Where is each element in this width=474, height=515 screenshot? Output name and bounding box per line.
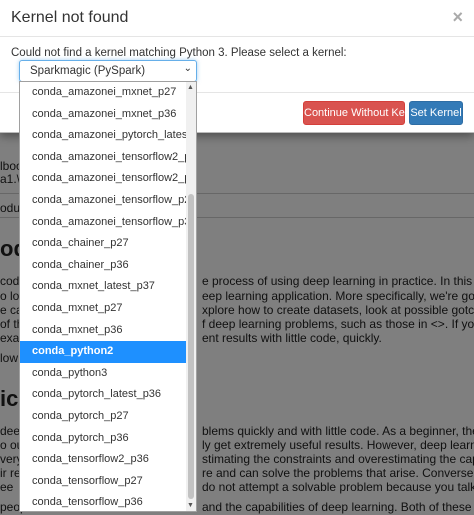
dropdown-option[interactable]: conda_python3: [20, 363, 186, 385]
dropdown-option[interactable]: conda_tensorflow2_p36: [20, 449, 186, 471]
scroll-up-icon[interactable]: ▲: [187, 84, 194, 91]
close-icon[interactable]: ×: [452, 7, 463, 28]
dropdown-option[interactable]: conda_amazonei_tensorflow2_p36: [20, 168, 196, 190]
dialog-title: Kernel not found: [11, 9, 129, 26]
scrollbar-thumb[interactable]: [188, 194, 194, 499]
dropdown-option[interactable]: conda_amazonei_tensorflow_p36: [20, 212, 196, 234]
dropdown-option[interactable]: conda_tensorflow_p36: [20, 492, 186, 511]
kernel-dropdown-list[interactable]: conda_amazonei_mxnet_p27 conda_amazonei_m…: [19, 81, 197, 512]
chevron-down-icon: ⌄: [183, 63, 192, 74]
dropdown-option-selected[interactable]: conda_python2: [20, 341, 186, 363]
dropdown-option[interactable]: conda_pytorch_p27: [20, 406, 186, 428]
kernel-select-value: Sparkmagic (PySpark): [30, 65, 146, 77]
dropdown-option[interactable]: conda_chainer_p36: [20, 255, 186, 277]
continue-without-kernel-button[interactable]: Continue Without Kernel: [303, 101, 423, 125]
set-kernel-button[interactable]: Set Kernel: [409, 101, 463, 125]
dropdown-option[interactable]: conda_amazonei_mxnet_p36: [20, 104, 186, 126]
dropdown-option[interactable]: conda_pytorch_p36: [20, 428, 186, 450]
dropdown-option[interactable]: conda_amazonei_tensorflow_p27: [20, 190, 196, 212]
dropdown-option[interactable]: conda_mxnet_p27: [20, 298, 186, 320]
dropdown-option[interactable]: conda_chainer_p27: [20, 233, 186, 255]
dropdown-option[interactable]: conda_amazonei_tensorflow2_p27: [20, 147, 196, 169]
dialog-message: Could not find a kernel matching Python …: [11, 47, 347, 59]
dialog-header: Kernel not found ×: [0, 0, 474, 37]
dropdown-option[interactable]: conda_amazonei_mxnet_p27: [20, 82, 186, 104]
dropdown-option[interactable]: conda_tensorflow_p27: [20, 471, 186, 493]
dropdown-option[interactable]: conda_mxnet_p36: [20, 320, 186, 342]
kernel-select[interactable]: Sparkmagic (PySpark) ⌄: [19, 60, 197, 82]
dropdown-option[interactable]: conda_amazonei_pytorch_latest_p36: [20, 125, 196, 147]
scroll-down-icon[interactable]: ▼: [187, 502, 194, 509]
dropdown-option[interactable]: conda_pytorch_latest_p36: [20, 384, 186, 406]
dropdown-scrollbar[interactable]: ▲ ▼: [186, 82, 196, 511]
dropdown-option[interactable]: conda_mxnet_latest_p37: [20, 276, 186, 298]
